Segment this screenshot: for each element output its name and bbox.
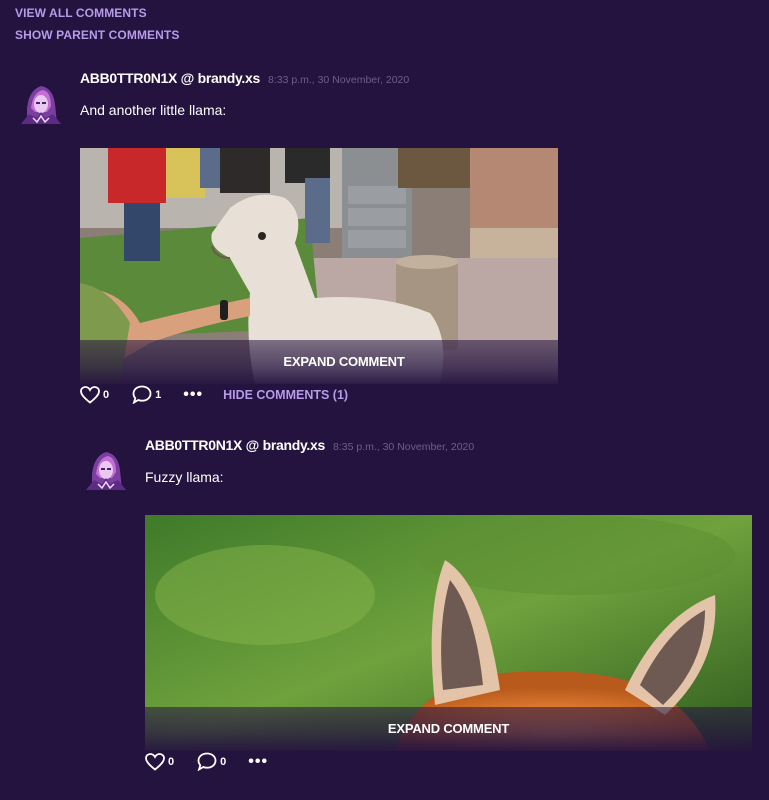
expand-comment-label: EXPAND COMMENT — [283, 354, 405, 369]
view-all-comments-link[interactable]: VIEW ALL COMMENTS — [15, 6, 147, 20]
avatar[interactable] — [82, 444, 130, 492]
reply-button[interactable]: 1 — [132, 385, 161, 404]
avatar[interactable] — [17, 78, 65, 126]
like-count: 0 — [103, 388, 110, 401]
like-button[interactable]: 0 — [145, 752, 175, 771]
like-count: 0 — [168, 755, 175, 768]
comment-timestamp[interactable]: 8:33 p.m., 30 November, 2020 — [268, 74, 409, 86]
comment-image: EXPAND COMMENT — [80, 148, 558, 384]
avatar-image — [82, 444, 130, 492]
comment-actions: 0 0 ••• — [145, 752, 268, 771]
comment-header: ABB0TTR0N1X @ brandy.xs 8:33 p.m., 30 No… — [80, 70, 409, 86]
expand-comment-button[interactable]: EXPAND COMMENT — [145, 707, 752, 751]
speech-bubble-icon — [197, 752, 217, 771]
heart-icon — [145, 752, 165, 771]
reply-count: 1 — [155, 388, 162, 401]
more-dots-icon[interactable]: ••• — [183, 386, 203, 403]
comment-timestamp[interactable]: 8:35 p.m., 30 November, 2020 — [333, 441, 474, 453]
expand-comment-label: EXPAND COMMENT — [387, 721, 510, 736]
show-parent-comments-link[interactable]: SHOW PARENT COMMENTS — [15, 28, 179, 42]
comment-text: And another little llama: — [80, 102, 227, 118]
comment-author[interactable]: ABB0TTR0N1X @ brandy.xs — [145, 437, 325, 453]
heart-icon — [80, 385, 100, 404]
reply-button[interactable]: 0 — [197, 752, 226, 771]
expand-comment-button[interactable]: EXPAND COMMENT — [80, 340, 558, 384]
reply-count: 0 — [220, 755, 227, 768]
hide-comments-link[interactable]: HIDE COMMENTS (1) — [223, 388, 348, 402]
avatar-image — [17, 78, 65, 126]
comment-actions: 0 1 ••• HIDE COMMENTS (1) — [80, 385, 348, 404]
more-dots-icon[interactable]: ••• — [248, 753, 268, 770]
comment-text: Fuzzy llama: — [145, 469, 224, 485]
comment-header: ABB0TTR0N1X @ brandy.xs 8:35 p.m., 30 No… — [145, 437, 474, 453]
comment-image: EXPAND COMMENT — [145, 515, 752, 751]
speech-bubble-icon — [132, 385, 152, 404]
comment-author[interactable]: ABB0TTR0N1X @ brandy.xs — [80, 70, 260, 86]
like-button[interactable]: 0 — [80, 385, 110, 404]
